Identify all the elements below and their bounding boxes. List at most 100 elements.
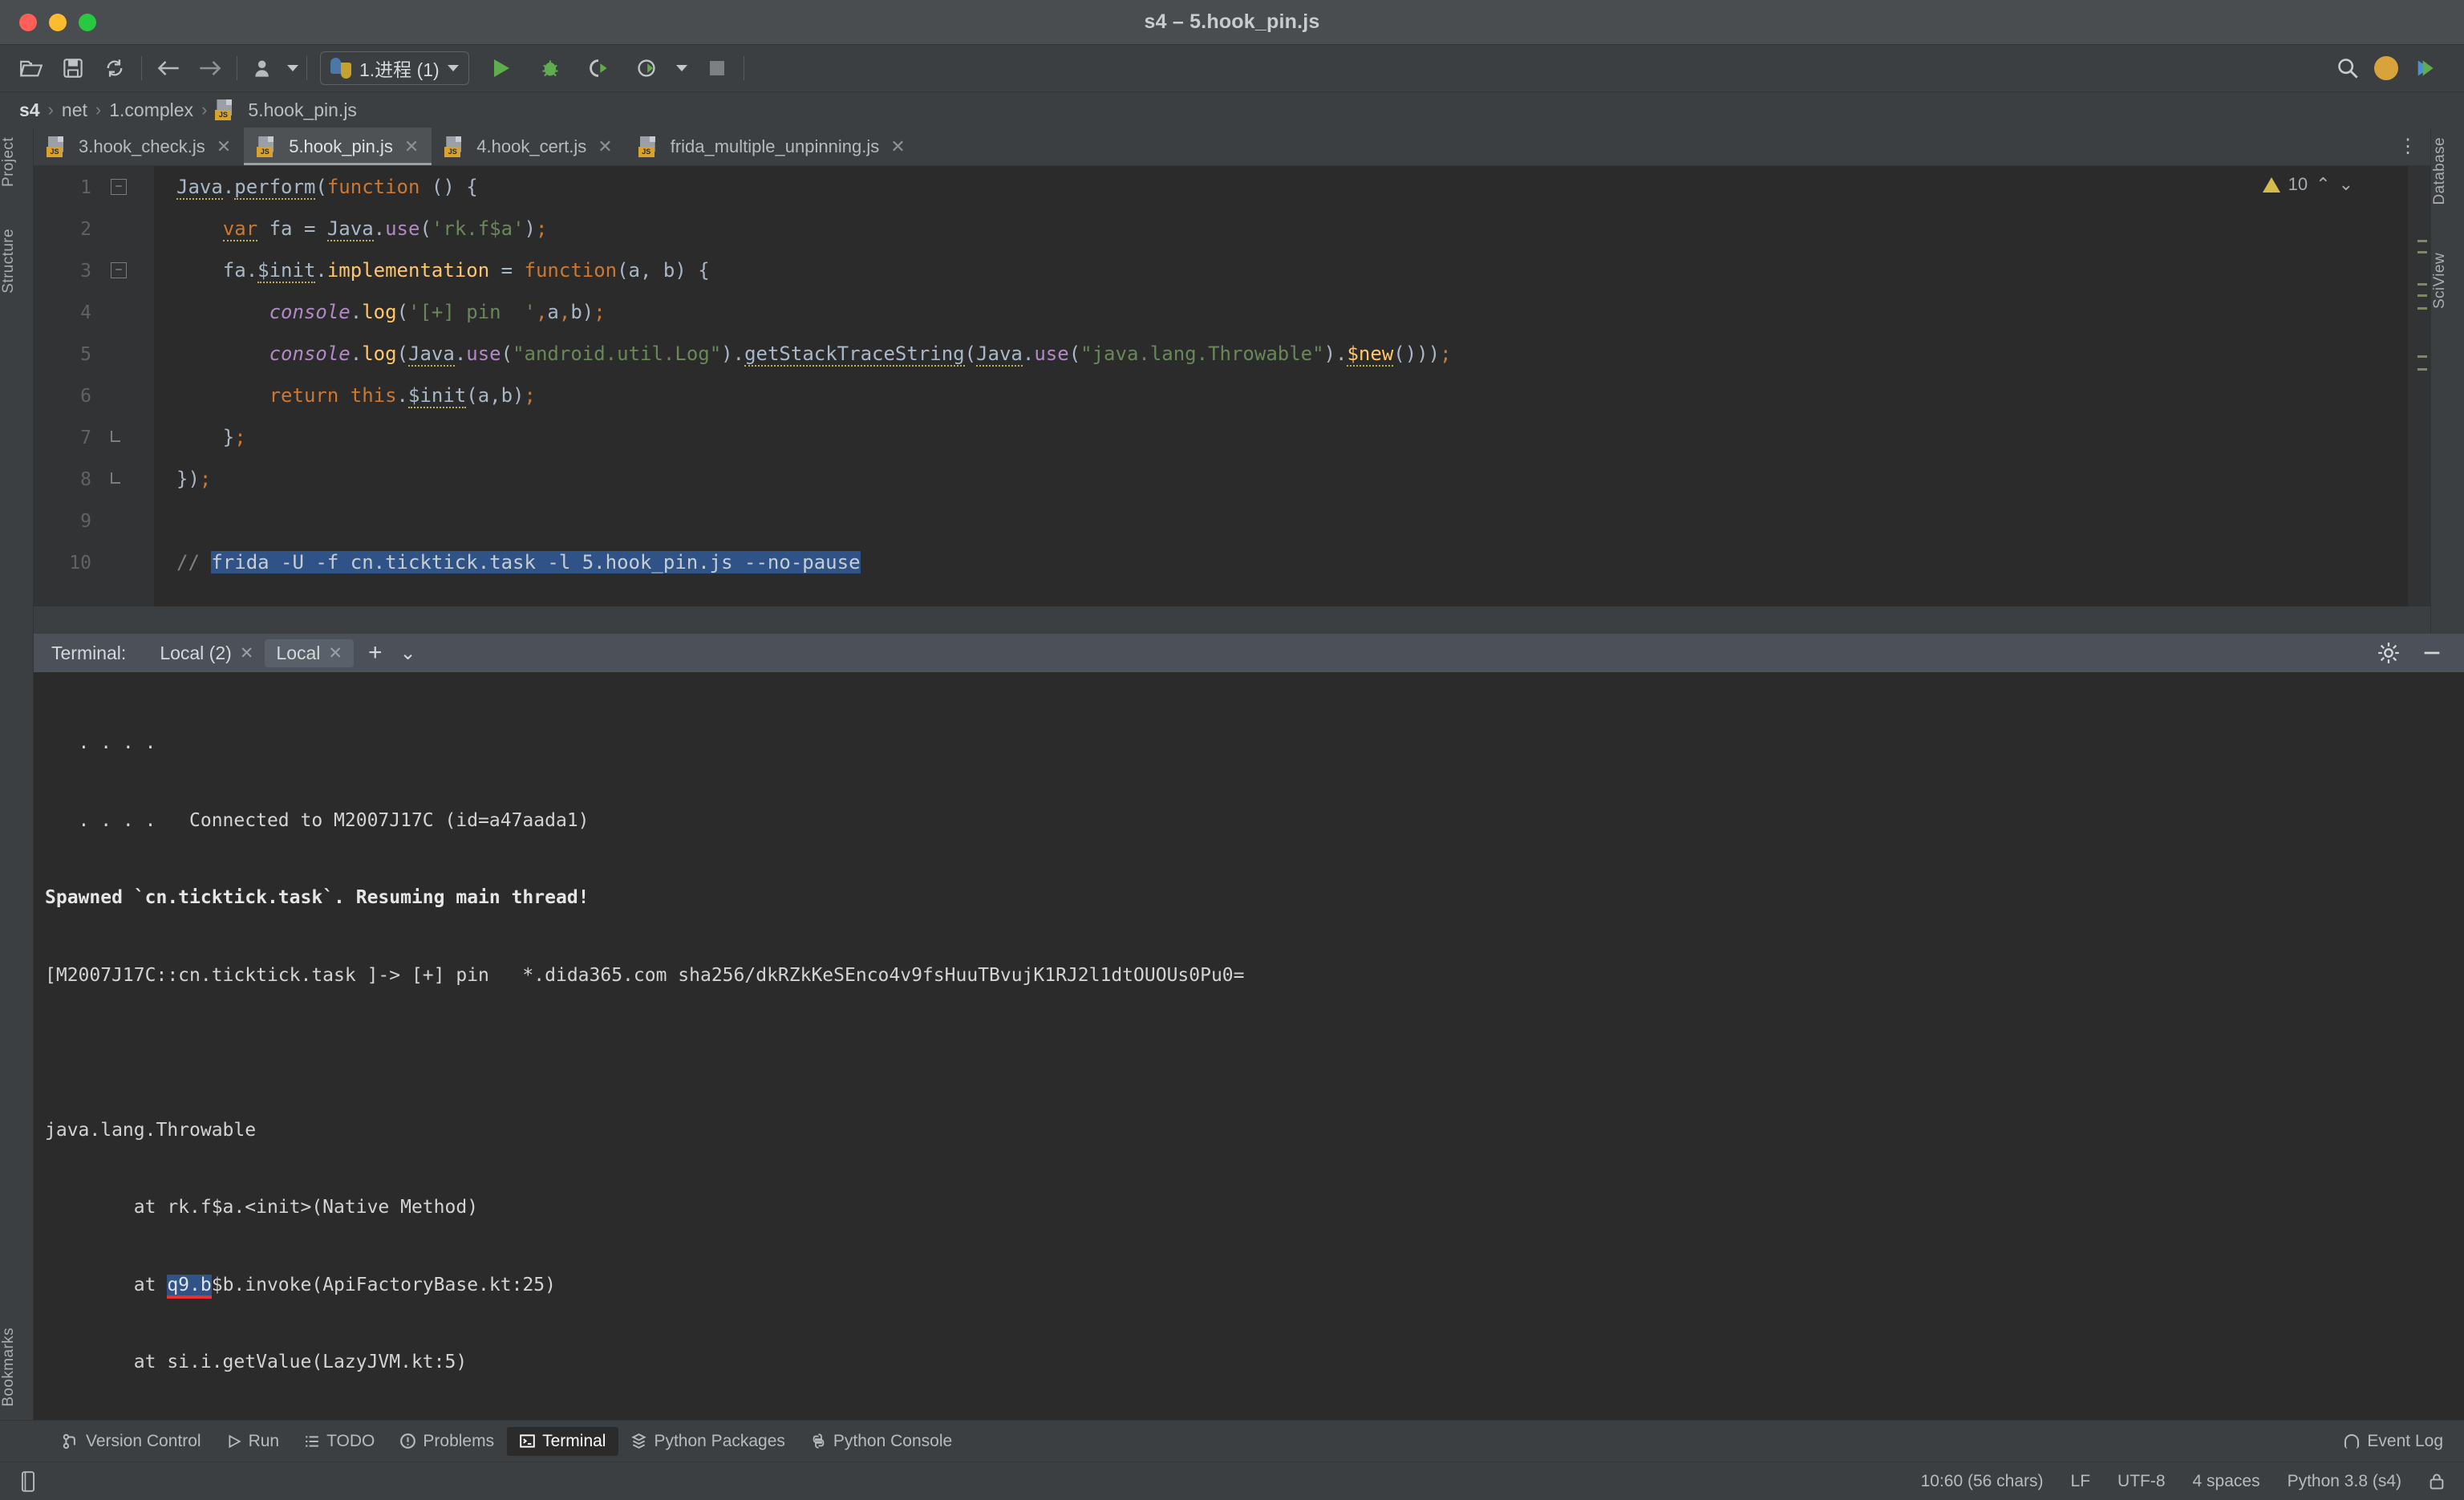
terminal-line: java.lang.Throwable [45, 1119, 257, 1141]
minimize-panel-icon[interactable] [2421, 642, 2443, 664]
chevron-down-icon [447, 65, 459, 71]
breadcrumb-item-3[interactable]: 5.hook_pin.js [248, 99, 357, 121]
python-interpreter[interactable]: Python 3.8 (s4) [2288, 1472, 2401, 1491]
file-encoding[interactable]: UTF-8 [2118, 1472, 2166, 1491]
sidebar-item-sciview[interactable]: SciView [2431, 248, 2464, 314]
open-folder-icon[interactable] [13, 51, 50, 85]
terminal-tab-list-chevron-icon[interactable]: ⌄ [400, 642, 416, 665]
tool-window-terminal[interactable]: Terminal [507, 1426, 619, 1456]
line-number: 2 [80, 219, 91, 240]
close-terminal-tab-icon[interactable]: ✕ [240, 643, 254, 663]
line-number: 6 [80, 386, 91, 407]
profile-dropdown-caret-icon[interactable] [287, 65, 298, 71]
profile-button[interactable] [628, 51, 665, 85]
line-number: 7 [80, 428, 91, 448]
code-fold-end-7[interactable] [111, 431, 120, 442]
window-title: s4 – 5.hook_pin.js [1144, 10, 1320, 33]
profile-options-caret-icon[interactable] [675, 65, 687, 71]
close-tab-icon[interactable]: ✕ [598, 136, 612, 157]
navigate-back-icon[interactable] [150, 51, 187, 85]
tool-window-run[interactable]: Run [214, 1427, 293, 1456]
run-with-coverage-button[interactable] [580, 51, 617, 85]
editor-error-stripe[interactable] [2408, 166, 2430, 606]
line-separator[interactable]: LF [2071, 1472, 2091, 1491]
breadcrumb: s4 › net › 1.complex › JS 5.hook_pin.js [0, 92, 2464, 128]
new-terminal-tab-icon[interactable]: + [368, 639, 383, 667]
close-tab-icon[interactable]: ✕ [890, 136, 905, 157]
terminal-tab-local[interactable]: Local ✕ [265, 639, 354, 667]
caret-position[interactable]: 10:60 (56 chars) [1921, 1472, 2044, 1491]
run-button[interactable] [484, 51, 521, 85]
navigate-forward-icon[interactable] [192, 51, 229, 85]
chevron-up-icon[interactable]: ⌃ [2316, 174, 2330, 195]
search-everywhere-button[interactable] [2329, 51, 2366, 85]
tab-5-hook-pin-js[interactable]: JS 5.hook_pin.js ✕ [244, 128, 432, 165]
user-profile-icon[interactable] [245, 51, 282, 85]
event-log-button[interactable]: Event Log [2344, 1432, 2443, 1451]
debug-button[interactable] [532, 51, 569, 85]
tab-frida-multiple-unpinning-js[interactable]: JS frida_multiple_unpinning.js ✕ [626, 128, 918, 165]
breadcrumb-item-1[interactable]: net [62, 99, 87, 121]
play-icon [494, 59, 510, 77]
save-all-icon[interactable] [55, 51, 91, 85]
terminal-line: . . . . Connected to M2007J17C (id=a47aa… [45, 809, 590, 831]
python-icon [330, 58, 351, 79]
tool-window-version-control[interactable]: Version Control [50, 1427, 214, 1456]
run-configuration-selector[interactable]: 1.进程 (1) [320, 51, 469, 85]
close-terminal-tab-icon[interactable]: ✕ [328, 643, 342, 663]
sidebar-item-database[interactable]: Database [2431, 132, 2464, 210]
sync-refresh-icon[interactable] [96, 51, 133, 85]
js-badge-label: JS [638, 146, 654, 157]
tool-window-python-packages[interactable]: Python Packages [618, 1427, 797, 1456]
tool-window-label: TODO [326, 1431, 375, 1450]
line-number: 1 [80, 177, 91, 198]
tab-3-hook-check-js[interactable]: JS 3.hook_check.js ✕ [34, 128, 244, 165]
code-line-8: }); [176, 468, 212, 490]
terminal-tab-label: Local [276, 642, 321, 663]
lock-icon[interactable] [2429, 1473, 2445, 1490]
inspection-warning-widget[interactable]: 10 ⌃ ⌄ [2262, 174, 2353, 195]
sidebar-item-project[interactable]: Project [0, 132, 34, 192]
bell-icon [2344, 1433, 2360, 1449]
code-editor[interactable]: 1 2 3 4 5 6 7 8 9 10 − − Java.perform(fu… [34, 166, 2430, 606]
js-file-icon: JS [47, 136, 65, 157]
breadcrumb-item-2[interactable]: 1.complex [109, 99, 193, 121]
sidebar-item-structure[interactable]: Structure [0, 224, 34, 298]
tool-window-problems[interactable]: Problems [387, 1427, 507, 1456]
js-badge-label: JS [444, 146, 461, 157]
code-content[interactable]: Java.perform(function () { var fa = Java… [154, 166, 2430, 606]
breadcrumb-item-0[interactable]: s4 [19, 99, 40, 121]
tool-window-todo[interactable]: TODO [292, 1427, 387, 1456]
close-tab-icon[interactable]: ✕ [404, 136, 419, 157]
terminal-line: . . . . [45, 732, 156, 753]
sidebar-item-bookmarks[interactable]: Bookmarks [0, 1323, 34, 1412]
gear-icon[interactable] [2377, 642, 2400, 664]
terminal-selected-text: q9.b [167, 1274, 212, 1299]
indent-setting[interactable]: 4 spaces [2193, 1472, 2260, 1491]
memory-indicator-icon[interactable] [19, 1470, 37, 1492]
terminal-output[interactable]: . . . . . . . . Connected to M2007J17C (… [34, 672, 2464, 1433]
editor-tab-overflow-icon[interactable]: ⋮ [2387, 128, 2430, 165]
tool-window-python-console[interactable]: Python Console [798, 1427, 965, 1456]
code-fold-toggle-1[interactable]: − [111, 179, 127, 195]
close-tab-icon[interactable]: ✕ [217, 136, 231, 157]
line-number: 8 [80, 469, 91, 490]
editor-gutter[interactable]: 1 2 3 4 5 6 7 8 9 10 − − [34, 166, 154, 606]
code-fold-end-8[interactable] [111, 472, 120, 484]
ide-settings-button[interactable] [2406, 51, 2443, 85]
stop-button[interactable] [699, 51, 736, 85]
main-toolbar: 1.进程 (1) [0, 45, 2464, 92]
terminal-panel-header: Terminal: Local (2) ✕ Local ✕ + ⌄ [34, 634, 2464, 672]
code-line-1: Java.perform(function () { [176, 176, 478, 200]
tab-4-hook-cert-js[interactable]: JS 4.hook_cert.js ✕ [432, 128, 625, 165]
terminal-tab-local-2[interactable]: Local (2) ✕ [148, 639, 265, 667]
code-fold-toggle-3[interactable]: − [111, 262, 127, 278]
updates-badge-icon[interactable] [2374, 56, 2398, 80]
warning-count: 10 [2288, 174, 2308, 194]
toolbar-divider [141, 56, 142, 80]
terminal-line: at rk.f$a.<init>(Native Method) [45, 1197, 479, 1218]
stop-icon [709, 61, 724, 75]
terminal-line: Spawned `cn.ticktick.task`. Resuming mai… [45, 887, 590, 908]
code-line-6: return this.$init(a,b); [269, 384, 536, 408]
chevron-down-icon[interactable]: ⌄ [2339, 174, 2353, 195]
